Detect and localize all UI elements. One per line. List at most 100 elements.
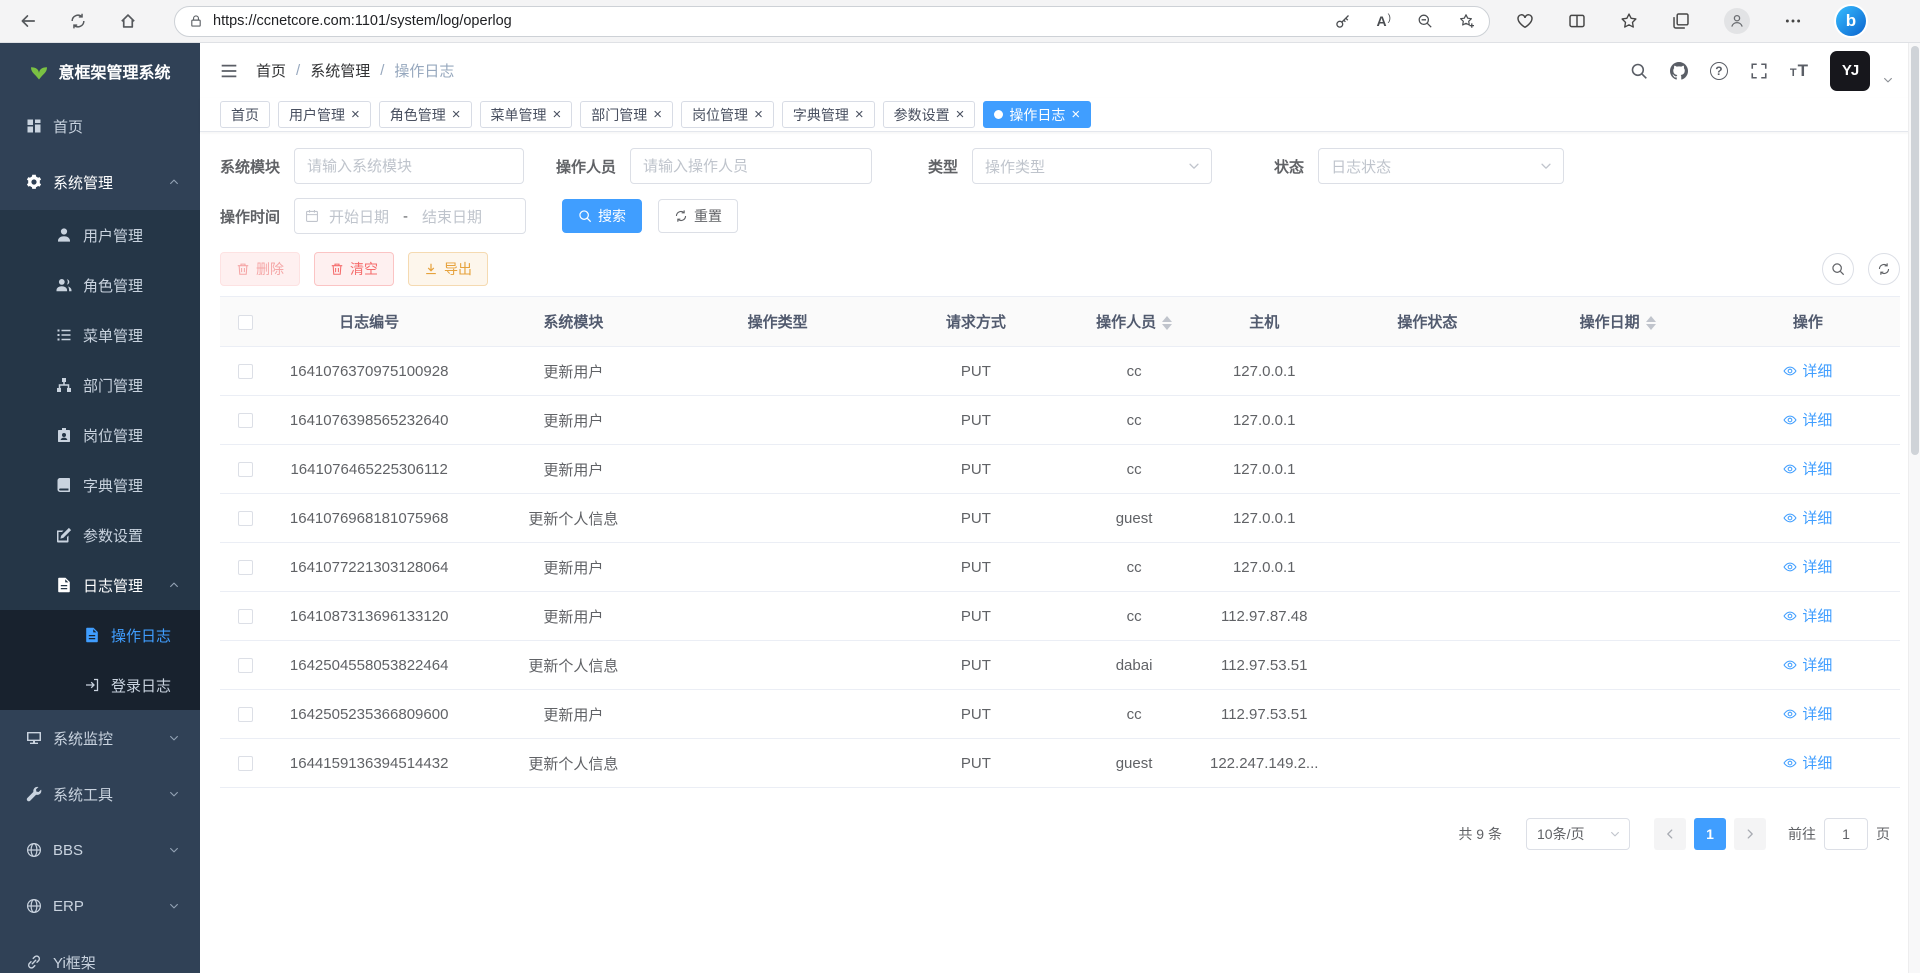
detail-link[interactable]: 详细: [1783, 556, 1832, 577]
help-icon[interactable]: ?: [1710, 62, 1728, 80]
view-tab[interactable]: 首页 ×: [220, 101, 270, 128]
fullscreen-icon[interactable]: [1750, 62, 1768, 80]
url-text[interactable]: https://ccnetcore.com:1101/system/log/op…: [213, 13, 1335, 29]
add-favorite-icon[interactable]: [1459, 13, 1475, 29]
table-search-toggle-button[interactable]: [1822, 253, 1854, 285]
view-tab[interactable]: 菜单管理 ×: [480, 101, 573, 128]
font-size-icon[interactable]: TT: [1790, 62, 1808, 79]
scrollbar-thumb[interactable]: [1911, 46, 1919, 455]
type-select[interactable]: 操作类型: [972, 148, 1212, 184]
sidebar-item-yi-framework[interactable]: Yi框架: [0, 934, 200, 973]
next-page-button[interactable]: [1734, 818, 1766, 850]
chevron-down-icon[interactable]: [1882, 74, 1894, 86]
sidebar-item-user-mgmt[interactable]: 用户管理: [0, 210, 200, 260]
browser-home-button[interactable]: [112, 5, 144, 37]
operator-input[interactable]: [630, 148, 872, 184]
breadcrumb-home[interactable]: 首页: [256, 60, 286, 81]
detail-link[interactable]: 详细: [1783, 752, 1832, 773]
breadcrumb-system-mgmt[interactable]: 系统管理: [310, 60, 370, 81]
zoom-out-icon[interactable]: [1417, 13, 1433, 29]
browser-menu-icon[interactable]: [1784, 12, 1802, 30]
bing-copilot-icon[interactable]: b: [1836, 6, 1866, 36]
page-scrollbar[interactable]: [1908, 43, 1920, 973]
goto-page-input[interactable]: [1824, 818, 1868, 850]
user-avatar[interactable]: YJ: [1830, 51, 1870, 91]
status-select[interactable]: 日志状态: [1318, 148, 1564, 184]
browser-essentials-icon[interactable]: [1516, 12, 1534, 30]
close-icon[interactable]: ×: [855, 107, 864, 122]
github-icon[interactable]: [1670, 62, 1688, 80]
close-icon[interactable]: ×: [956, 107, 965, 122]
view-tab[interactable]: 岗位管理 ×: [681, 101, 774, 128]
row-checkbox[interactable]: [238, 413, 253, 428]
close-icon[interactable]: ×: [553, 107, 562, 122]
close-icon[interactable]: ×: [452, 107, 461, 122]
delete-button[interactable]: 删除: [220, 252, 300, 286]
row-checkbox[interactable]: [238, 609, 253, 624]
sidebar-item-system-monitor[interactable]: 系统监控: [0, 710, 200, 766]
close-icon[interactable]: ×: [1071, 107, 1080, 122]
reset-button[interactable]: 重置: [658, 199, 738, 233]
sidebar-item-param-settings[interactable]: 参数设置: [0, 510, 200, 560]
sidebar-item-post-mgmt[interactable]: 岗位管理: [0, 410, 200, 460]
row-checkbox[interactable]: [238, 560, 253, 575]
detail-link[interactable]: 详细: [1783, 458, 1832, 479]
sidebar-item-operation-log[interactable]: 操作日志: [0, 610, 200, 660]
row-checkbox[interactable]: [238, 511, 253, 526]
detail-link[interactable]: 详细: [1783, 703, 1832, 724]
saved-password-key-icon[interactable]: [1335, 13, 1351, 29]
view-tab[interactable]: 部门管理 ×: [580, 101, 673, 128]
sidebar-item-system-tools[interactable]: 系统工具: [0, 766, 200, 822]
row-checkbox[interactable]: [238, 756, 253, 771]
sidebar-item-dept-mgmt[interactable]: 部门管理: [0, 360, 200, 410]
close-icon[interactable]: ×: [653, 107, 662, 122]
sort-caret[interactable]: [1646, 316, 1656, 330]
prev-page-button[interactable]: [1654, 818, 1686, 850]
close-icon[interactable]: ×: [351, 107, 360, 122]
sidebar-item-system-mgmt[interactable]: 系统管理: [0, 154, 200, 210]
sidebar-item-home[interactable]: 首页: [0, 98, 200, 154]
date-range-picker[interactable]: 开始日期 - 结束日期: [294, 198, 526, 234]
sort-caret[interactable]: [1162, 316, 1172, 330]
search-button[interactable]: 搜索: [562, 199, 642, 233]
table-refresh-button[interactable]: [1868, 253, 1900, 285]
browser-back-button[interactable]: [12, 5, 44, 37]
row-checkbox[interactable]: [238, 462, 253, 477]
detail-link[interactable]: 详细: [1783, 507, 1832, 528]
row-checkbox[interactable]: [238, 707, 253, 722]
close-icon[interactable]: ×: [754, 107, 763, 122]
module-input[interactable]: [294, 148, 524, 184]
select-all-checkbox[interactable]: [238, 315, 253, 330]
read-aloud-icon[interactable]: A): [1377, 14, 1391, 28]
view-tab[interactable]: 参数设置 ×: [883, 101, 976, 128]
export-button[interactable]: 导出: [408, 252, 488, 286]
view-tab[interactable]: 字典管理 ×: [782, 101, 875, 128]
page-number-button[interactable]: 1: [1694, 818, 1726, 850]
search-icon[interactable]: [1630, 62, 1648, 80]
browser-refresh-button[interactable]: [62, 5, 94, 37]
browser-profile-avatar[interactable]: [1724, 8, 1750, 34]
collections-icon[interactable]: [1672, 12, 1690, 30]
sidebar-item-role-mgmt[interactable]: 角色管理: [0, 260, 200, 310]
clear-button[interactable]: 清空: [314, 252, 394, 286]
row-checkbox[interactable]: [238, 364, 253, 379]
view-tab[interactable]: 用户管理 ×: [278, 101, 371, 128]
sidebar-item-bbs[interactable]: BBS: [0, 822, 200, 878]
view-tab[interactable]: 操作日志 ×: [983, 101, 1091, 128]
sidebar-item-log-mgmt[interactable]: 日志管理: [0, 560, 200, 610]
menu-fold-icon[interactable]: [220, 62, 238, 80]
detail-link[interactable]: 详细: [1783, 654, 1832, 675]
sidebar-item-menu-mgmt[interactable]: 菜单管理: [0, 310, 200, 360]
detail-link[interactable]: 详细: [1783, 360, 1832, 381]
page-size-select[interactable]: 10条/页: [1526, 818, 1630, 850]
sidebar-item-erp[interactable]: ERP: [0, 878, 200, 934]
sidebar-item-login-log[interactable]: 登录日志: [0, 660, 200, 710]
split-screen-icon[interactable]: [1568, 12, 1586, 30]
sidebar-item-dict-mgmt[interactable]: 字典管理: [0, 460, 200, 510]
address-bar[interactable]: https://ccnetcore.com:1101/system/log/op…: [174, 6, 1490, 37]
favorites-icon[interactable]: [1620, 12, 1638, 30]
view-tab[interactable]: 角色管理 ×: [379, 101, 472, 128]
detail-link[interactable]: 详细: [1783, 605, 1832, 626]
detail-link[interactable]: 详细: [1783, 409, 1832, 430]
row-checkbox[interactable]: [238, 658, 253, 673]
